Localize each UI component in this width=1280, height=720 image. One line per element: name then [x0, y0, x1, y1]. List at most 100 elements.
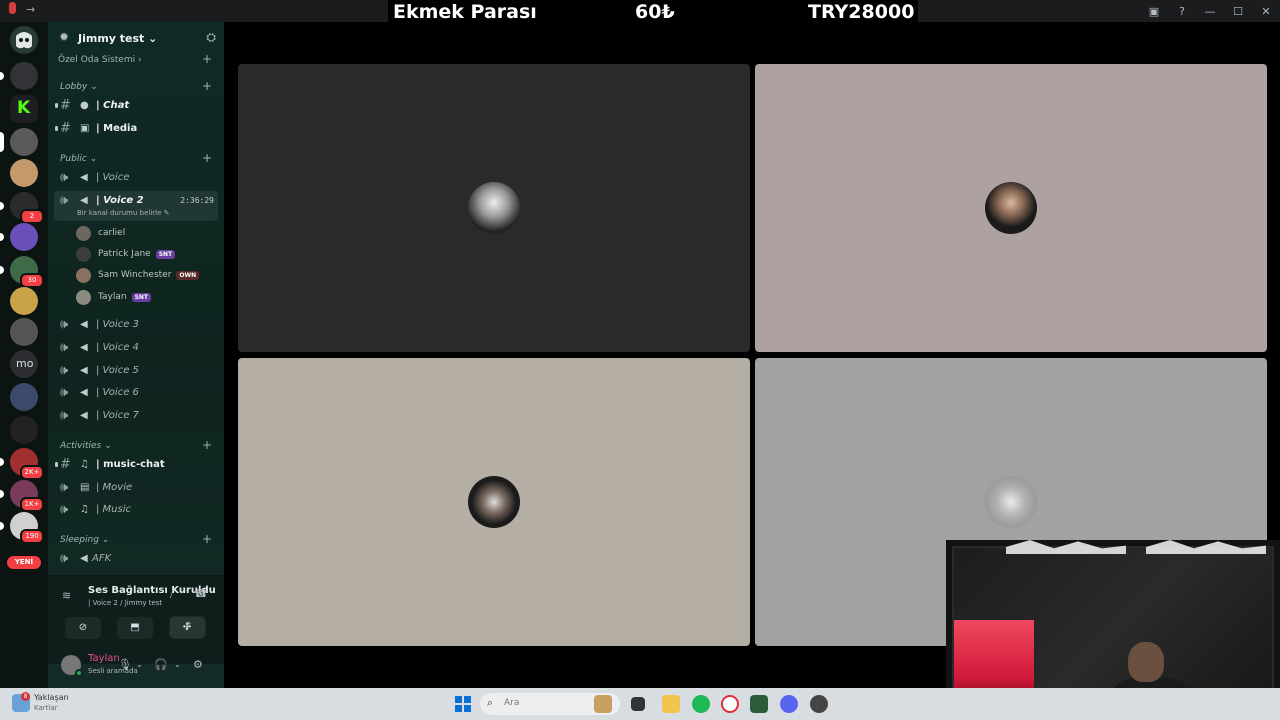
channel-voice-4[interactable]: 🕪 ◀ | Voice 4: [54, 338, 218, 358]
server-mo-label: mo: [16, 357, 34, 370]
server-icon-11[interactable]: [10, 383, 38, 411]
category-activities[interactable]: Activities ⌄: [60, 441, 112, 451]
participant-avatar: [985, 182, 1037, 234]
category-ozel[interactable]: Özel Oda Sistemi ›: [58, 55, 142, 65]
person-head: [1128, 642, 1164, 682]
home-discord-icon[interactable]: [10, 26, 38, 54]
inbox-icon[interactable]: ▣: [1140, 5, 1168, 18]
server-icon-14[interactable]: 1K+: [0, 480, 44, 512]
server-icon-4[interactable]: [10, 159, 38, 187]
chevron-down-icon[interactable]: ⌄: [174, 660, 181, 669]
unread-indicator: [55, 126, 58, 131]
server-header[interactable]: ✹ Jimmy test ⌄ ⛭: [48, 26, 224, 50]
disconnect-icon[interactable]: ☎: [194, 587, 208, 600]
video-tile[interactable]: [238, 64, 750, 352]
channel-voice-2[interactable]: 🕪 ◀ | Voice 2 2:36:29 Bir kanal durumu b…: [54, 191, 218, 221]
channel-label: | Voice: [96, 172, 130, 183]
channel-voice-5[interactable]: 🕪 ◀ | Voice 5: [54, 361, 218, 381]
channel-voice[interactable]: 🕪 ◀ | Voice: [54, 168, 218, 188]
chevron-down-icon[interactable]: ⌄: [136, 660, 143, 669]
back-arrow-icon[interactable]: →: [26, 3, 35, 16]
user-name[interactable]: Taylan: [88, 653, 120, 664]
voice-channel-icon: 🕪: [60, 363, 69, 378]
channel-music[interactable]: 🕪 ♫ | Music: [54, 500, 218, 520]
discord-icon[interactable]: [780, 695, 798, 713]
settings-gear-icon[interactable]: ⚙: [193, 658, 203, 671]
server-icon-1[interactable]: [0, 62, 38, 90]
channel-voice-3[interactable]: 🕪 ◀ | Voice 3: [54, 315, 218, 335]
server-icon-13[interactable]: 2K+: [0, 448, 44, 480]
camera-off-button[interactable]: ⊘: [65, 617, 101, 639]
channel-label: | Music: [96, 504, 131, 515]
add-channel-icon[interactable]: +: [202, 438, 212, 452]
speaker-icon: ◀: [80, 553, 88, 564]
unread-badge: 190: [20, 529, 44, 544]
server-icon-8[interactable]: [10, 287, 38, 315]
image-icon: ▣: [80, 123, 90, 134]
channel-voice-6[interactable]: 🕪 ◀ | Voice 6: [54, 383, 218, 403]
headphones-icon[interactable]: 🎧: [154, 658, 168, 671]
channel-media[interactable]: # ▣ | Media: [54, 119, 218, 139]
screen-share-button[interactable]: ⬒: [117, 617, 153, 639]
maximize-button[interactable]: ☐: [1224, 5, 1252, 18]
category-sleeping[interactable]: Sleeping ⌄: [60, 535, 109, 545]
server-icon-6[interactable]: [0, 223, 38, 251]
unread-indicator: [55, 103, 58, 108]
channel-status[interactable]: Bir kanal durumu belirle ✎: [77, 209, 170, 217]
video-tile[interactable]: [755, 64, 1267, 352]
server-rail: K 2 30 mo 2K+ 1K+ 190 YENİ: [0, 22, 48, 688]
spotify-icon[interactable]: [692, 695, 710, 713]
video-tile[interactable]: [238, 358, 750, 646]
category-public[interactable]: Public ⌄: [60, 154, 97, 164]
signal-icon[interactable]: ≋: [62, 589, 71, 602]
search-highlight-icon[interactable]: [594, 695, 612, 713]
avatar: [76, 247, 91, 262]
server-icon-9[interactable]: [10, 318, 38, 346]
channel-movie[interactable]: 🕪 ▤ | Movie: [54, 478, 218, 498]
start-button[interactable]: [455, 696, 471, 712]
widgets-title[interactable]: Yaklaşan: [34, 693, 69, 702]
voice-location[interactable]: | Voice 2 / Jimmy test: [88, 599, 162, 607]
speaker-icon: ◀: [80, 410, 88, 421]
add-channel-icon[interactable]: +: [202, 532, 212, 546]
voice-channel-icon: 🕪: [60, 340, 69, 355]
app-icon[interactable]: [750, 695, 768, 713]
channel-label: | Chat: [96, 100, 130, 111]
noise-suppression-icon[interactable]: ⧸: [170, 587, 174, 601]
channel-sidebar: ✹ Jimmy test ⌄ ⛭ Özel Oda Sistemi › + Lo…: [48, 22, 224, 688]
task-view-icon[interactable]: [631, 697, 645, 711]
speaker-icon: ◀: [80, 319, 88, 330]
opera-icon[interactable]: [721, 695, 739, 713]
server-icon-kick[interactable]: K: [10, 95, 38, 123]
speaker-icon: ◀: [80, 172, 88, 183]
voice-channel-icon: 🕪: [60, 385, 69, 400]
add-channel-icon[interactable]: +: [202, 79, 212, 93]
help-icon[interactable]: ?: [1168, 5, 1196, 18]
channel-label: | Voice 4: [96, 342, 139, 353]
channel-chat[interactable]: # ● | Chat: [54, 96, 218, 116]
minimize-button[interactable]: —: [1196, 5, 1224, 18]
channel-voice-7[interactable]: 🕪 ◀ | Voice 7: [54, 406, 218, 426]
speaker-icon: ◀: [80, 387, 88, 398]
search-icon: ⌕: [487, 696, 494, 709]
channel-music-chat[interactable]: # ♫ | music-chat: [54, 455, 218, 475]
microphone-icon[interactable]: 🎙: [118, 658, 132, 671]
channel-afk[interactable]: 🕪 ◀ AFK: [54, 549, 218, 569]
add-channel-icon[interactable]: +: [202, 52, 212, 66]
invite-people-icon[interactable]: ⛭: [206, 30, 216, 45]
add-channel-icon[interactable]: +: [202, 151, 212, 165]
close-button[interactable]: ✕: [1252, 5, 1280, 18]
server-icon-3[interactable]: [0, 128, 38, 156]
server-icon-5[interactable]: 2: [0, 192, 44, 224]
obs-icon[interactable]: [810, 695, 828, 713]
server-icon-12[interactable]: [10, 416, 38, 444]
voice-channel-icon: 🕪: [60, 480, 69, 495]
file-explorer-icon[interactable]: [662, 695, 680, 713]
server-icon-15[interactable]: 190: [0, 512, 44, 544]
soundboard-button[interactable]: ♪: [170, 616, 206, 638]
server-name: Jimmy test ⌄: [78, 32, 158, 45]
server-icon-mo[interactable]: mo: [10, 350, 38, 378]
server-icon-7[interactable]: 30: [0, 256, 44, 288]
category-lobby[interactable]: Lobby ⌄: [60, 82, 98, 92]
avatar: [76, 268, 91, 283]
